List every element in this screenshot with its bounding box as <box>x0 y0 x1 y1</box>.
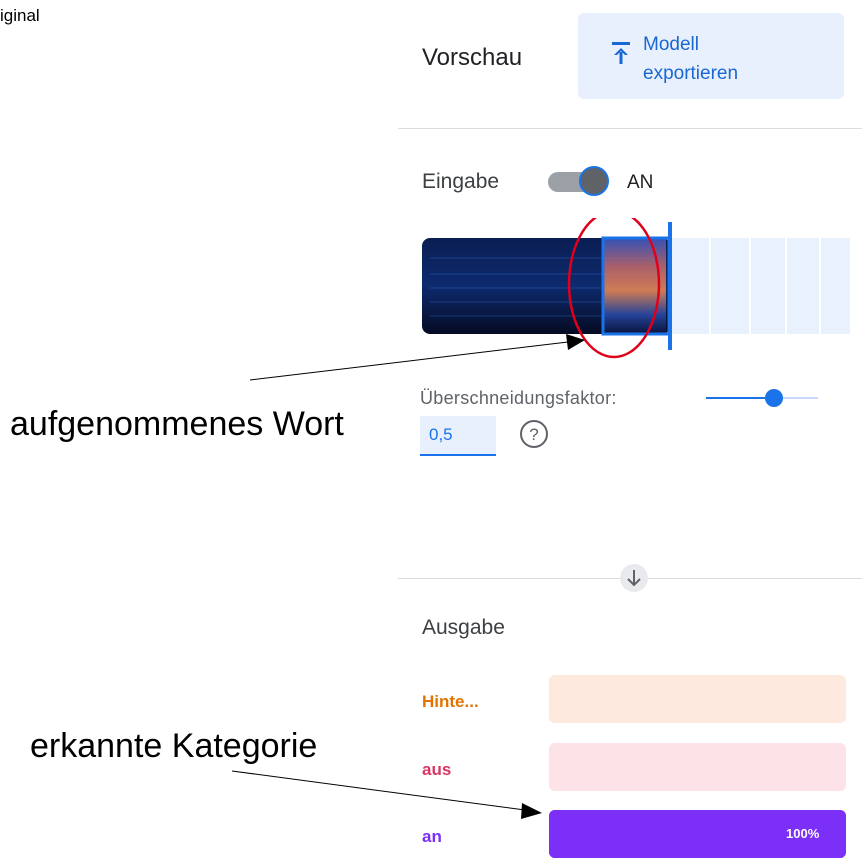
class-bar-background <box>549 675 846 723</box>
export-label-line1: Modell <box>643 34 699 55</box>
export-button-label[interactable]: Modell exportieren <box>643 30 803 88</box>
class-percent-an: 100% <box>786 826 820 841</box>
overlap-factor-label: Überschneidungsfaktor: <box>420 388 617 408</box>
corner-caption: iginal <box>0 6 40 25</box>
input-toggle-state: AN <box>627 172 654 193</box>
overlap-slider[interactable] <box>706 386 818 410</box>
spectrogram-hotspot <box>604 238 666 334</box>
page-title: Vorschau <box>422 44 523 71</box>
arrow-down-icon <box>627 570 641 587</box>
class-label-hintergrund: Hinte... <box>422 692 479 711</box>
upload-icon <box>612 42 630 64</box>
header-divider <box>398 128 862 129</box>
spectrogram-empty <box>670 238 850 334</box>
class-label-an: an <box>422 827 442 846</box>
input-section-label: Eingabe <box>422 170 500 193</box>
input-toggle-knob[interactable] <box>579 166 609 196</box>
help-circle-icon[interactable]: ? <box>519 419 549 449</box>
spectrogram-viewer[interactable] <box>420 218 852 364</box>
export-label-line2: exportieren <box>643 63 739 84</box>
annotation-recorded-word: aufgenommenes Wort <box>10 405 344 443</box>
overlap-input-value[interactable]: 0,5 <box>429 425 453 445</box>
class-bar-background <box>549 743 846 791</box>
slider-thumb <box>765 389 783 407</box>
svg-text:?: ? <box>529 425 538 444</box>
annotation-detected-category: erkannte Kategorie <box>30 727 318 765</box>
class-label-aus: aus <box>422 760 452 779</box>
output-section-label: Ausgabe <box>422 616 505 639</box>
